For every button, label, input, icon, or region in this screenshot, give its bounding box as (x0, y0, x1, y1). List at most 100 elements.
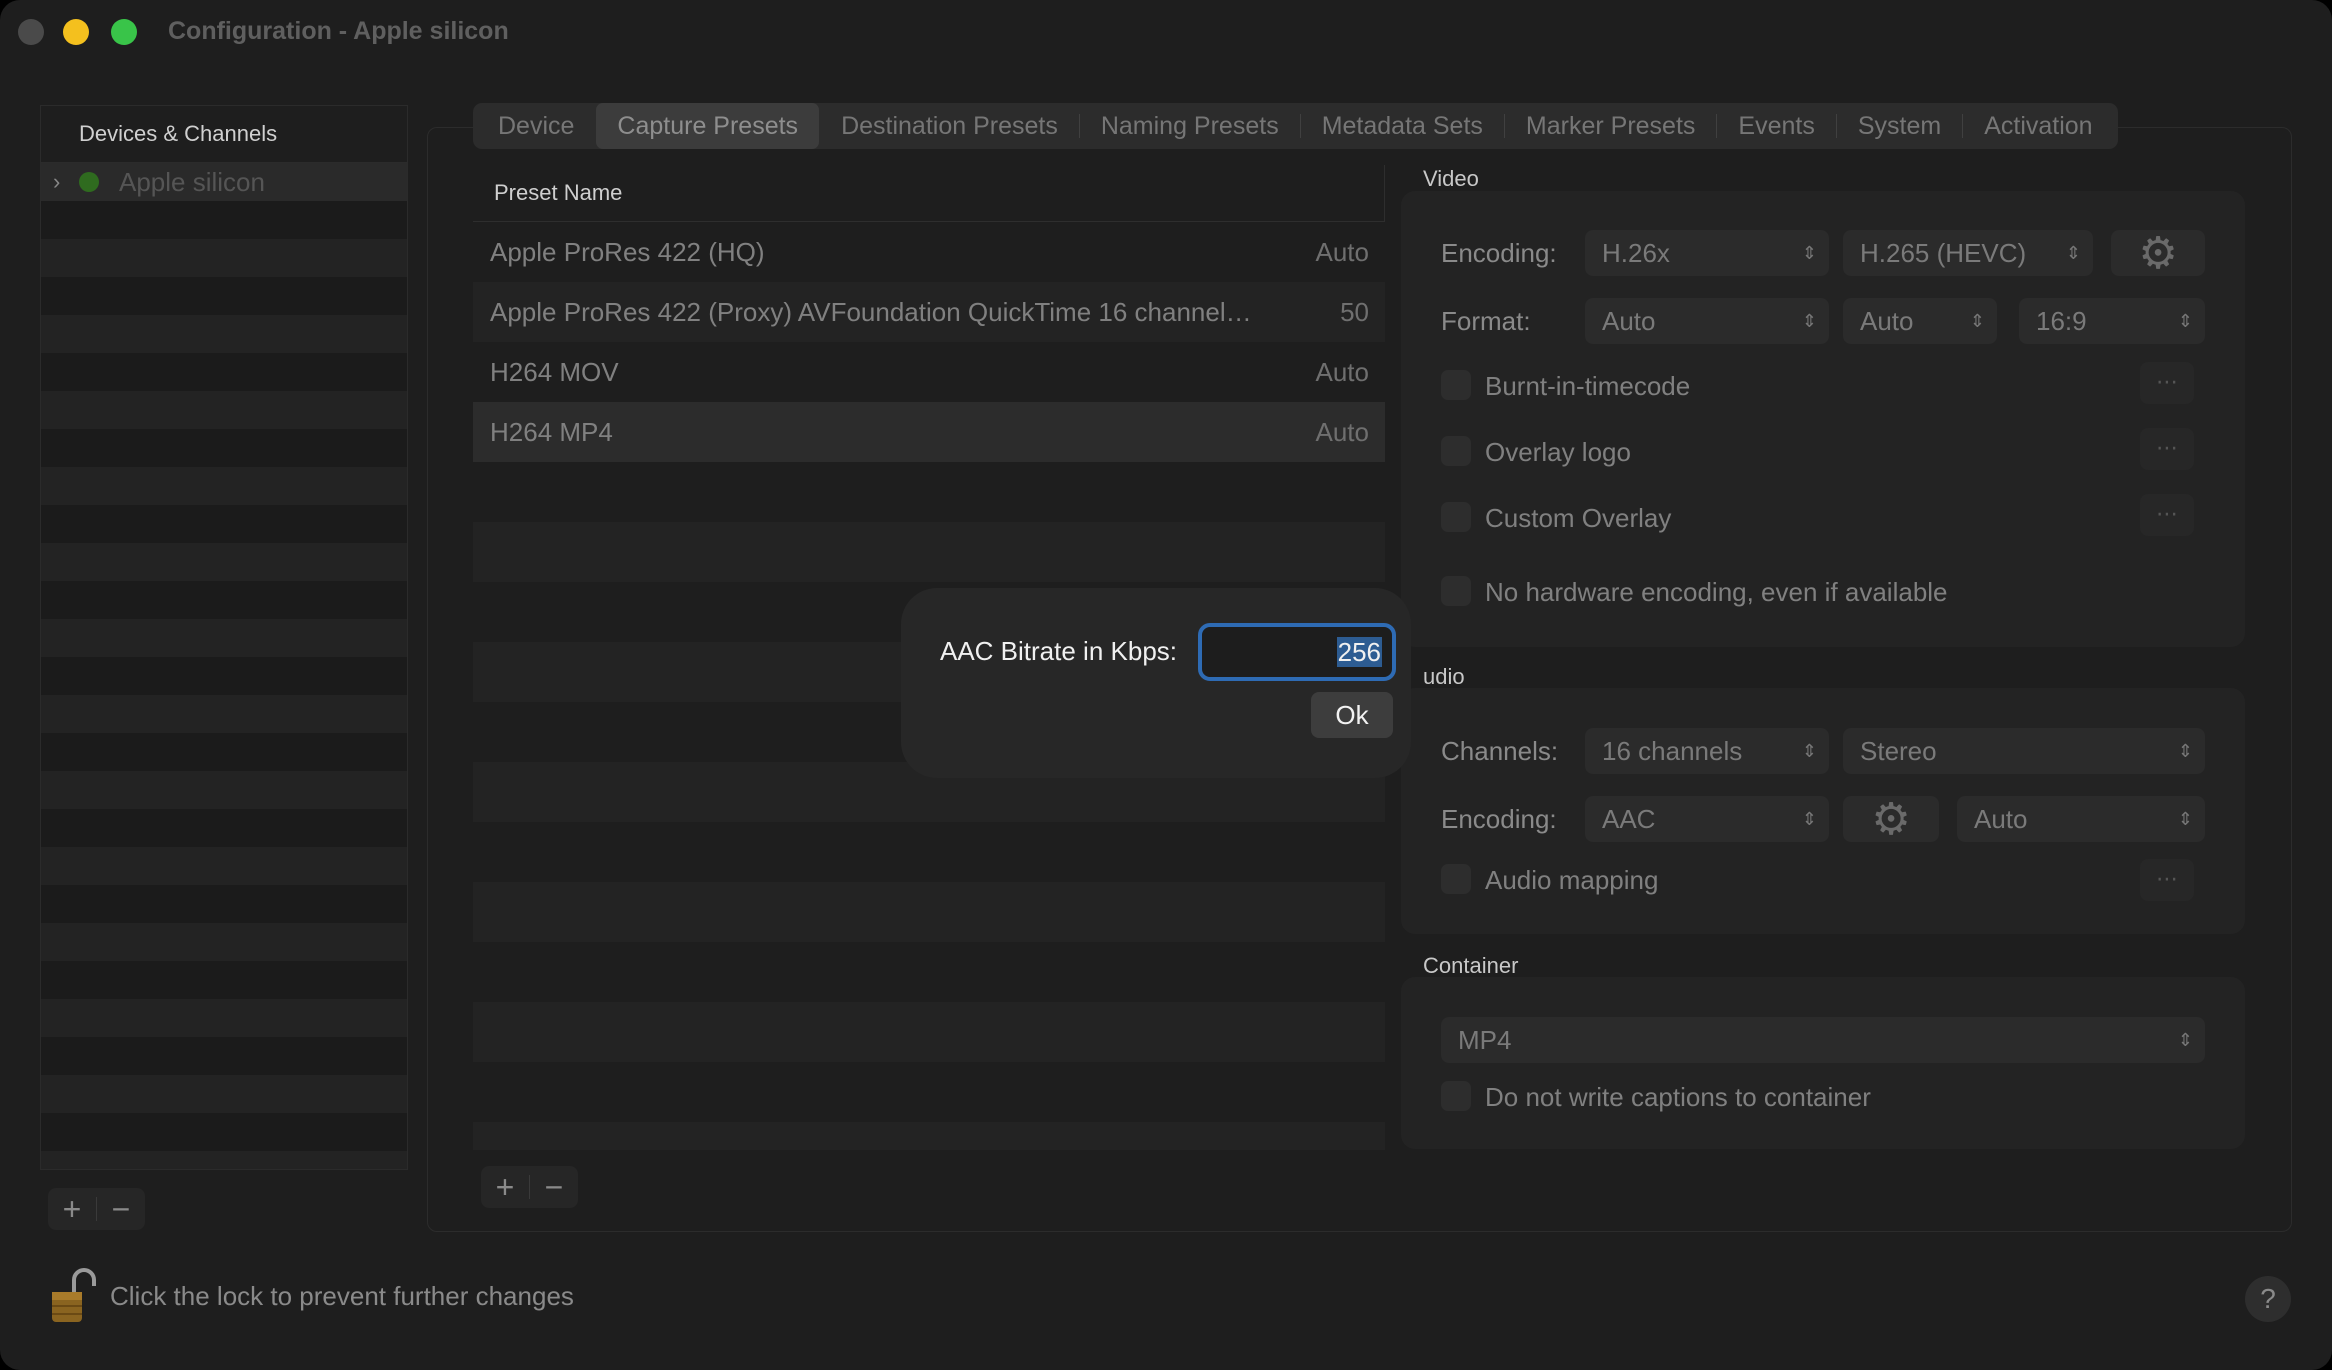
list-row (41, 239, 407, 277)
video-format-popup[interactable]: Auto ⇕ (1585, 298, 1829, 344)
help-button[interactable]: ? (2245, 1276, 2291, 1322)
sidebar-add-remove: + − (48, 1188, 145, 1230)
audio-channels-popup[interactable]: 16 channels ⇕ (1585, 728, 1829, 774)
audio-mapping-checkbox[interactable] (1441, 864, 1471, 894)
gear-icon[interactable]: ⚙ (1843, 795, 1939, 844)
updown-arrows-icon: ⇕ (1801, 809, 1817, 829)
container-format-popup[interactable]: MP4 ⇕ (1441, 1017, 2205, 1063)
ok-button[interactable]: Ok (1311, 692, 1393, 738)
tab-activation[interactable]: Activation (1963, 103, 2113, 149)
list-row (41, 467, 407, 505)
popup-value: 16:9 (2036, 306, 2087, 336)
empty-row (473, 1002, 1385, 1062)
audio-encoding-label: Encoding: (1441, 804, 1557, 834)
column-header-preset-name[interactable]: Preset Name (473, 165, 1385, 222)
no-captions-label: Do not write captions to container (1485, 1082, 1871, 1112)
popup-value: MP4 (1458, 1025, 1512, 1055)
overlay-logo-checkbox[interactable] (1441, 436, 1471, 466)
popup-value: Auto (1860, 306, 1914, 336)
bitrate-dialog (901, 588, 1411, 778)
tab-device[interactable]: Device (477, 103, 595, 149)
more-options-icon[interactable]: ⋯ (2140, 428, 2194, 470)
tab-metadata-sets[interactable]: Metadata Sets (1301, 103, 1504, 149)
tab-capture-presets[interactable]: Capture Presets (596, 103, 820, 149)
list-row (41, 1151, 407, 1169)
updown-arrows-icon: ⇕ (2065, 243, 2081, 263)
table-row-selected[interactable]: H264 MP4 Auto (473, 402, 1385, 462)
table-row[interactable]: Apple ProRes 422 (HQ) Auto (473, 222, 1385, 282)
sidebar-header: Devices & Channels (41, 106, 407, 163)
no-hardware-encoding-label: No hardware encoding, even if available (1485, 577, 1948, 607)
remove-preset-button[interactable]: − (530, 1166, 578, 1208)
preset-name: Apple ProRes 422 (Proxy) AVFoundation Qu… (490, 296, 1252, 327)
custom-overlay-checkbox[interactable] (1441, 502, 1471, 532)
no-captions-checkbox[interactable] (1441, 1081, 1471, 1111)
list-row (41, 961, 407, 999)
tab-system[interactable]: System (1837, 103, 1962, 149)
list-row (41, 315, 407, 353)
audio-bitrate-popup[interactable]: Auto ⇕ (1957, 796, 2205, 842)
remove-device-button[interactable]: − (97, 1188, 145, 1230)
video-encoding-label: Encoding: (1441, 238, 1557, 268)
video-format-label: Format: (1441, 306, 1531, 336)
video-section-label: Video (1423, 166, 1479, 191)
tab-bar: Device Capture Presets Destination Prese… (473, 103, 2118, 149)
tab-naming-presets[interactable]: Naming Presets (1080, 103, 1300, 149)
sidebar-item-apple-silicon[interactable]: › Apple silicon (41, 163, 407, 201)
updown-arrows-icon: ⇕ (1801, 243, 1817, 263)
bitrate-input[interactable]: 256 (1198, 623, 1396, 681)
table-row[interactable]: H264 MOV Auto (473, 342, 1385, 402)
popup-value: AAC (1602, 804, 1656, 834)
video-encoding-popup[interactable]: H.26x ⇕ (1585, 230, 1829, 276)
popup-value: Auto (1602, 306, 1656, 336)
updown-arrows-icon: ⇕ (1801, 741, 1817, 761)
updown-arrows-icon: ⇕ (1969, 311, 1985, 331)
no-hardware-encoding-checkbox[interactable] (1441, 576, 1471, 606)
preset-value: Auto (1315, 416, 1370, 447)
preset-name: H264 MP4 (490, 416, 613, 447)
video-codec-popup[interactable]: H.265 (HEVC) ⇕ (1843, 230, 2093, 276)
zoom-window-button[interactable] (111, 19, 137, 45)
updown-arrows-icon: ⇕ (2177, 311, 2193, 331)
audio-section-label: udio (1423, 664, 1465, 689)
list-row (41, 771, 407, 809)
empty-row (473, 462, 1385, 522)
table-row[interactable]: Apple ProRes 422 (Proxy) AVFoundation Qu… (473, 282, 1385, 342)
preset-value: 50 (1340, 296, 1369, 327)
updown-arrows-icon: ⇕ (2177, 1030, 2193, 1050)
bitrate-label: AAC Bitrate in Kbps: (940, 636, 1177, 666)
tab-destination-presets[interactable]: Destination Presets (820, 103, 1079, 149)
sidebar-item-label: Apple silicon (119, 166, 265, 197)
burnt-in-timecode-checkbox[interactable] (1441, 370, 1471, 400)
list-row (41, 391, 407, 429)
tab-marker-presets[interactable]: Marker Presets (1505, 103, 1716, 149)
empty-row (473, 522, 1385, 582)
overlay-logo-label: Overlay logo (1485, 437, 1631, 467)
audio-encoding-popup[interactable]: AAC ⇕ (1585, 796, 1829, 842)
video-aspect-popup[interactable]: 16:9 ⇕ (2019, 298, 2205, 344)
more-options-icon[interactable]: ⋯ (2140, 362, 2194, 404)
list-row (41, 505, 407, 543)
video-framerate-popup[interactable]: Auto ⇕ (1843, 298, 1997, 344)
preset-name: H264 MOV (490, 356, 619, 387)
close-window-button[interactable] (18, 19, 44, 45)
minimize-window-button[interactable] (63, 19, 89, 45)
chevron-right-icon[interactable]: › (53, 169, 67, 195)
empty-row (473, 1122, 1385, 1150)
tab-events[interactable]: Events (1717, 103, 1835, 149)
empty-row (473, 882, 1385, 942)
list-row (41, 543, 407, 581)
unlocked-padlock-icon[interactable] (50, 1268, 96, 1324)
more-options-icon[interactable]: ⋯ (2140, 859, 2194, 901)
add-device-button[interactable]: + (48, 1188, 96, 1230)
title-bar: Configuration - Apple silicon (0, 0, 2332, 64)
audio-stereo-popup[interactable]: Stereo ⇕ (1843, 728, 2205, 774)
list-row (41, 923, 407, 961)
audio-channels-label: Channels: (1441, 736, 1559, 766)
list-row (41, 809, 407, 847)
empty-row (473, 1062, 1385, 1122)
more-options-icon[interactable]: ⋯ (2140, 494, 2194, 536)
list-row (41, 999, 407, 1037)
add-preset-button[interactable]: + (481, 1166, 529, 1208)
gear-icon[interactable]: ⚙ (2111, 229, 2205, 278)
